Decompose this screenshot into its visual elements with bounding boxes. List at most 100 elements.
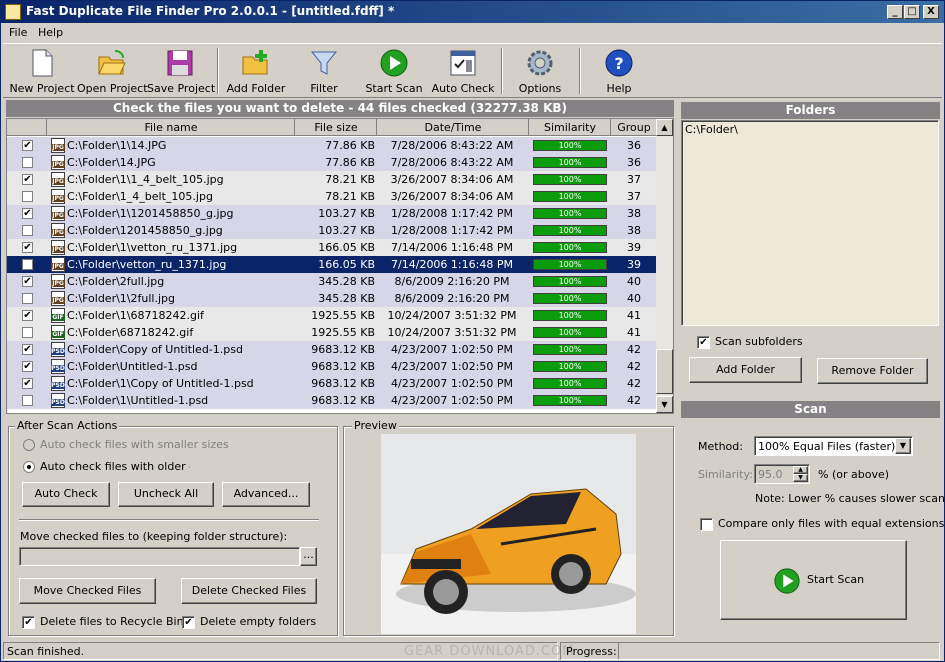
row-checkbox[interactable]: [22, 327, 33, 338]
delete-checked-files-button[interactable]: Delete Checked Files: [181, 578, 317, 604]
grid-vertical-scrollbar[interactable]: ▲ ▼: [656, 119, 673, 413]
table-row[interactable]: ✔ PSD C:\Folder\Copy of Untitled-1.psd 9683…: [7, 341, 657, 358]
table-row[interactable]: JPG C:\Folder\14.JPG 77.86 KB 7/28/2006 8:4…: [7, 154, 657, 171]
table-row[interactable]: ✔ JPG C:\Folder\1\1_4_belt_105.jpg 78.21 KB…: [7, 171, 657, 188]
scroll-down-icon[interactable]: ▼: [656, 396, 673, 413]
scan-subfolders-checkbox[interactable]: ✔: [697, 336, 710, 349]
row-checkbox[interactable]: [22, 293, 33, 304]
row-checkbox[interactable]: ✔: [22, 276, 33, 287]
uncheck-all-button[interactable]: Uncheck All: [118, 482, 214, 507]
table-row[interactable]: ✔ PSD C:\Folder\Untitled-1.psd 9683.12 KB 4/…: [7, 358, 657, 375]
stepper-up-icon[interactable]: ▲: [793, 466, 808, 474]
menu-help[interactable]: Help: [38, 26, 63, 39]
close-button[interactable]: X: [923, 5, 939, 19]
method-select[interactable]: 100% Equal Files (faster) ▼: [754, 436, 913, 456]
open-project-button[interactable]: Open Project: [77, 46, 148, 96]
table-row[interactable]: PSD C:\Folder\1\Untitled-1.psd 9683.12 KB 4…: [7, 392, 657, 409]
row-checkbox[interactable]: ✔: [22, 310, 33, 321]
similarity-bar: 100%: [533, 293, 607, 304]
folder-item[interactable]: C:\Folder\: [685, 123, 738, 136]
row-checkbox[interactable]: ✔: [22, 242, 33, 253]
row-checkbox[interactable]: ✔: [22, 344, 33, 355]
recycle-bin-checkbox[interactable]: ✔: [22, 616, 35, 629]
advanced-button[interactable]: Advanced...: [222, 482, 310, 507]
column-group[interactable]: Group: [611, 121, 657, 134]
add-folder-button[interactable]: Add Folder: [225, 46, 287, 96]
move-to-path-input[interactable]: [19, 547, 300, 566]
similarity-stepper[interactable]: 95.0 ▲ ▼: [754, 464, 810, 484]
column-datetime[interactable]: Date/Time: [377, 121, 529, 134]
table-row[interactable]: ✔ JPG C:\Folder\1\14.JPG 77.86 KB 7/28/2006 …: [7, 137, 657, 154]
table-row[interactable]: JPG C:\Folder\1_4_belt_105.jpg 78.21 KB 3/2…: [7, 188, 657, 205]
add-folder-panel-button[interactable]: Add Folder: [689, 357, 802, 383]
cell-datetime: 8/6/2009 2:16:20 PM: [394, 292, 510, 305]
save-project-button[interactable]: Save Project: [147, 46, 215, 96]
start-scan-toolbar-button[interactable]: Start Scan: [365, 46, 423, 96]
cell-datetime: 1/28/2008 1:17:42 PM: [391, 207, 513, 220]
file-type-icon: PSD: [51, 393, 65, 408]
cell-group: 41: [627, 326, 641, 339]
table-row[interactable]: ✔ JPG C:\Folder\1\1201458850_g.jpg 103.27 K…: [7, 205, 657, 222]
table-row[interactable]: JPG C:\Folder\vetton_ru_1371.jpg 166.05 KB…: [7, 256, 657, 273]
new-project-button[interactable]: New Project: [9, 46, 75, 96]
filter-icon: [310, 51, 338, 75]
divider: [19, 519, 319, 521]
options-label: Options: [518, 82, 562, 95]
cell-group: 42: [627, 377, 641, 390]
table-row[interactable]: JPG C:\Folder\1201458850_g.jpg 103.27 KB 1/…: [7, 222, 657, 239]
table-row[interactable]: GIF C:\Folder\68718242.gif 1925.55 KB 10/24…: [7, 324, 657, 341]
table-row[interactable]: ✔ PSD C:\Folder\1\Copy of Untitled-1.psd 96…: [7, 375, 657, 392]
empty-folders-checkbox[interactable]: ✔: [182, 616, 195, 629]
table-row[interactable]: ✔ JPG C:\Folder\1\vetton_ru_1371.jpg 166.05…: [7, 239, 657, 256]
file-type-icon: JPG: [51, 206, 65, 221]
auto-check-button[interactable]: Auto Check: [431, 46, 495, 96]
filter-button[interactable]: Filter: [299, 46, 349, 96]
cell-filename: C:\Folder\Untitled-1.psd: [67, 360, 198, 373]
radio-smaller-sizes[interactable]: [23, 439, 35, 451]
minimize-button[interactable]: _: [887, 5, 903, 19]
row-checkbox[interactable]: ✔: [22, 208, 33, 219]
radio-older-dates[interactable]: [23, 461, 35, 473]
stepper-down-icon[interactable]: ▼: [793, 474, 808, 482]
column-filename[interactable]: File name: [47, 121, 295, 134]
row-checkbox[interactable]: [22, 191, 33, 202]
compare-extensions-checkbox[interactable]: [700, 518, 713, 531]
progress-pane: Progress:: [560, 642, 940, 660]
cell-datetime: 7/28/2006 8:43:22 AM: [390, 156, 514, 169]
row-checkbox[interactable]: [22, 157, 33, 168]
table-row[interactable]: ✔ JPG C:\Folder\2full.jpg 345.28 KB 8/6/2009…: [7, 273, 657, 290]
column-filesize[interactable]: File size: [295, 121, 377, 134]
column-similarity[interactable]: Similarity: [529, 121, 611, 134]
row-checkbox[interactable]: [22, 259, 33, 270]
scroll-up-icon[interactable]: ▲: [656, 119, 673, 136]
similarity-bar: 100%: [533, 361, 607, 372]
options-icon: [527, 50, 553, 76]
row-checkbox[interactable]: ✔: [22, 140, 33, 151]
options-button[interactable]: Options: [515, 46, 565, 96]
scroll-thumb[interactable]: [656, 349, 673, 394]
start-scan-button[interactable]: Start Scan: [720, 540, 907, 620]
auto-check-action-button[interactable]: Auto Check: [22, 482, 110, 507]
file-type-icon: JPG: [51, 240, 65, 255]
status-text: Scan finished.: [7, 645, 85, 658]
move-checked-files-button[interactable]: Move Checked Files: [19, 578, 156, 604]
browse-button[interactable]: ...: [300, 547, 317, 566]
table-row[interactable]: JPG C:\Folder\1\2full.jpg 345.28 KB 8/6/200…: [7, 290, 657, 307]
help-button[interactable]: ? Help: [595, 46, 643, 96]
folders-list[interactable]: C:\Folder\: [681, 120, 939, 326]
row-checkbox[interactable]: [22, 225, 33, 236]
menu-file[interactable]: File: [9, 26, 27, 39]
maximize-button[interactable]: □: [904, 5, 920, 19]
row-checkbox[interactable]: [22, 395, 33, 406]
table-row[interactable]: ✔ GIF C:\Folder\1\68718242.gif 1925.55 KB 10…: [7, 307, 657, 324]
row-checkbox[interactable]: ✔: [22, 174, 33, 185]
cell-datetime: 3/26/2007 8:34:06 AM: [390, 190, 514, 203]
row-checkbox[interactable]: ✔: [22, 361, 33, 372]
row-checkbox[interactable]: ✔: [22, 378, 33, 389]
cell-group: 39: [627, 258, 641, 271]
chevron-down-icon[interactable]: ▼: [895, 438, 911, 454]
method-select-value: 100% Equal Files (faster): [758, 440, 896, 453]
help-label: Help: [606, 82, 632, 95]
remove-folder-button[interactable]: Remove Folder: [817, 358, 928, 384]
similarity-bar: 100%: [533, 259, 607, 270]
